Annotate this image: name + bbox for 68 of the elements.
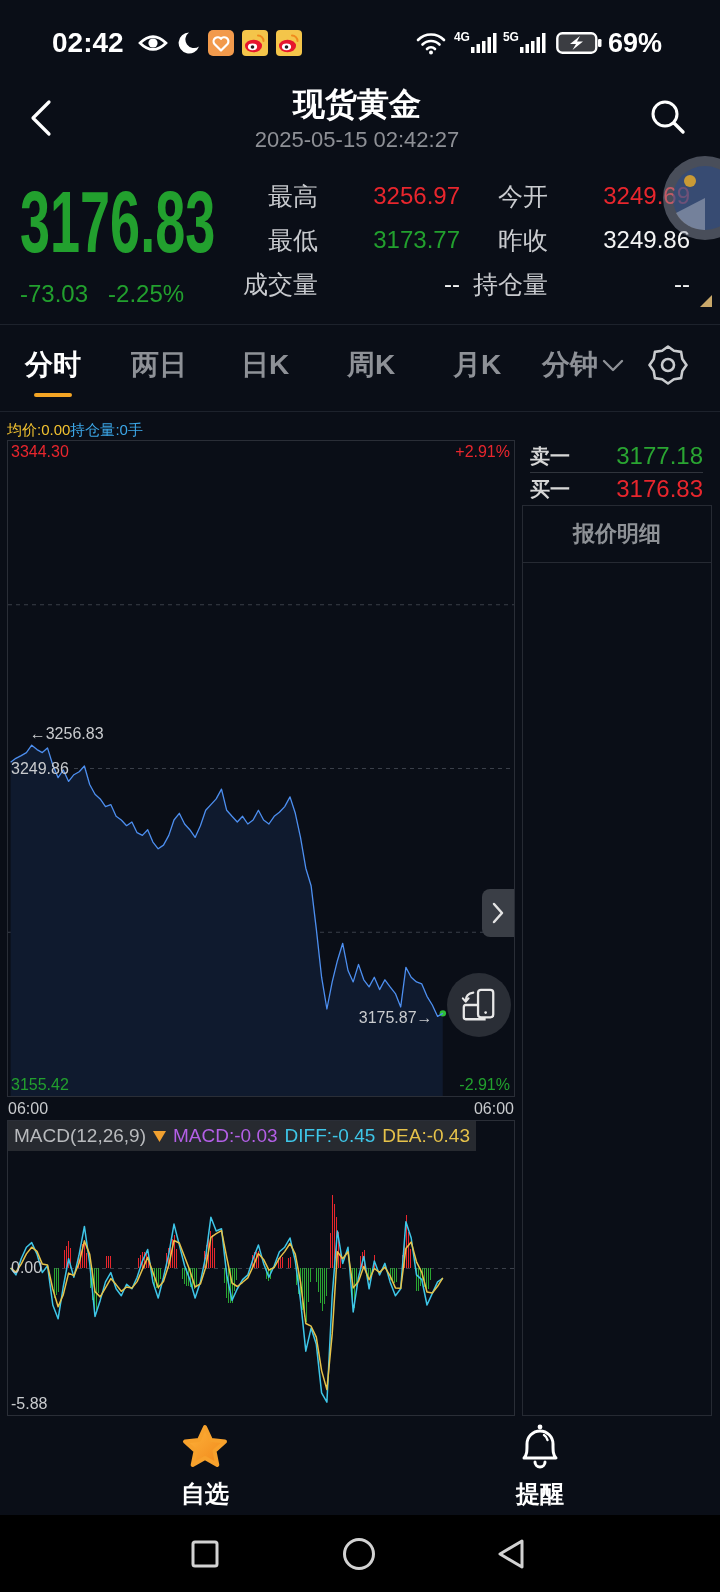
chart-tab[interactable]: 周K: [346, 347, 396, 383]
recent-apps-icon[interactable]: [191, 1539, 219, 1568]
search-icon[interactable]: [650, 99, 686, 135]
stat-label: 最高: [268, 181, 318, 211]
signal-icon: [519, 31, 546, 55]
timestamp: 2025-05-15 02:42:27: [254, 126, 460, 154]
chart-tab[interactable]: 月K: [452, 347, 502, 383]
status-time: 02:42: [52, 27, 124, 59]
legend-text: 均价:0.00: [7, 421, 71, 440]
expand-button[interactable]: [482, 889, 514, 937]
stat-value: --: [674, 269, 690, 299]
battery-percent: 69%: [607, 27, 662, 59]
caret-down-icon[interactable]: [153, 1130, 166, 1142]
chart-tab[interactable]: 分钟: [542, 347, 624, 383]
indicator-value: DEA:-0.43: [382, 1125, 470, 1147]
stat-label: 成交量: [243, 269, 318, 299]
network-type-label: 4G: [453, 31, 470, 43]
eye-icon: [137, 33, 168, 53]
nav-tab[interactable]: 自选: [180, 1422, 230, 1508]
home-icon[interactable]: [342, 1536, 376, 1571]
chart-tab[interactable]: 日K: [240, 347, 290, 383]
stat-label: 昨收: [498, 225, 548, 255]
order-side-label: 买一: [530, 477, 570, 501]
price-axis-label: 3155.42: [11, 1076, 69, 1094]
heart-app-icon: [207, 30, 234, 56]
indicator-axis-label: -5.88: [11, 1394, 48, 1413]
stat-value: 3249.69: [603, 181, 690, 211]
wifi-icon: [415, 31, 446, 55]
percent-axis-label: +2.91%: [455, 443, 510, 461]
indicator-name: MACD(12,26,9): [14, 1125, 146, 1147]
order-price: 3176.83: [616, 475, 703, 503]
last-price: 3176.83: [20, 190, 216, 254]
indicator-value: MACD:-0.03: [173, 1125, 278, 1147]
battery-icon: [555, 31, 602, 55]
corner-triangle-icon[interactable]: [700, 295, 712, 307]
percent-axis-label: -2.91%: [459, 1076, 510, 1094]
nav-tab[interactable]: 提醒: [515, 1422, 565, 1508]
chevron-down-icon: [602, 358, 624, 372]
time-axis-label: 06:00: [473, 1099, 514, 1119]
indicator-value: DIFF:-0.45: [284, 1125, 376, 1147]
signal-icon: [470, 31, 497, 55]
stat-value: 3256.97: [373, 181, 460, 211]
percent-change: -2.25%: [108, 282, 185, 306]
price-annotation: ←3256.83: [29, 725, 104, 744]
app-logo-icon: [275, 30, 302, 56]
settings-icon[interactable]: [648, 345, 688, 385]
legend-text: 持仓量:0手: [70, 421, 143, 440]
price-annotation: 3175.87→: [358, 1009, 433, 1028]
chart-tab[interactable]: 两日: [131, 347, 187, 383]
chevron-right-icon: [491, 901, 505, 925]
panel-title: 报价明细: [573, 520, 661, 548]
app-logo-icon: [241, 30, 268, 56]
page-title: 现货黄金: [293, 86, 421, 122]
network-type-label: 5G: [502, 31, 519, 43]
stat-label: 今开: [498, 181, 548, 211]
stat-label: 最低: [268, 225, 318, 255]
chart-tab[interactable]: 分时: [25, 347, 81, 397]
order-side-label: 卖一: [530, 444, 570, 468]
back-icon[interactable]: [497, 1537, 525, 1570]
price-change: -73.03: [20, 282, 89, 306]
order-price: 3177.18: [616, 442, 703, 470]
stat-value: --: [444, 269, 460, 299]
stat-value: 3249.86: [603, 225, 690, 255]
price-axis-label: 3344.30: [11, 443, 69, 461]
time-axis-label: 06:00: [8, 1099, 49, 1119]
end-dot-icon: [439, 1010, 447, 1017]
stat-label: 持仓量: [473, 269, 548, 299]
stat-value: 3173.77: [373, 225, 460, 255]
